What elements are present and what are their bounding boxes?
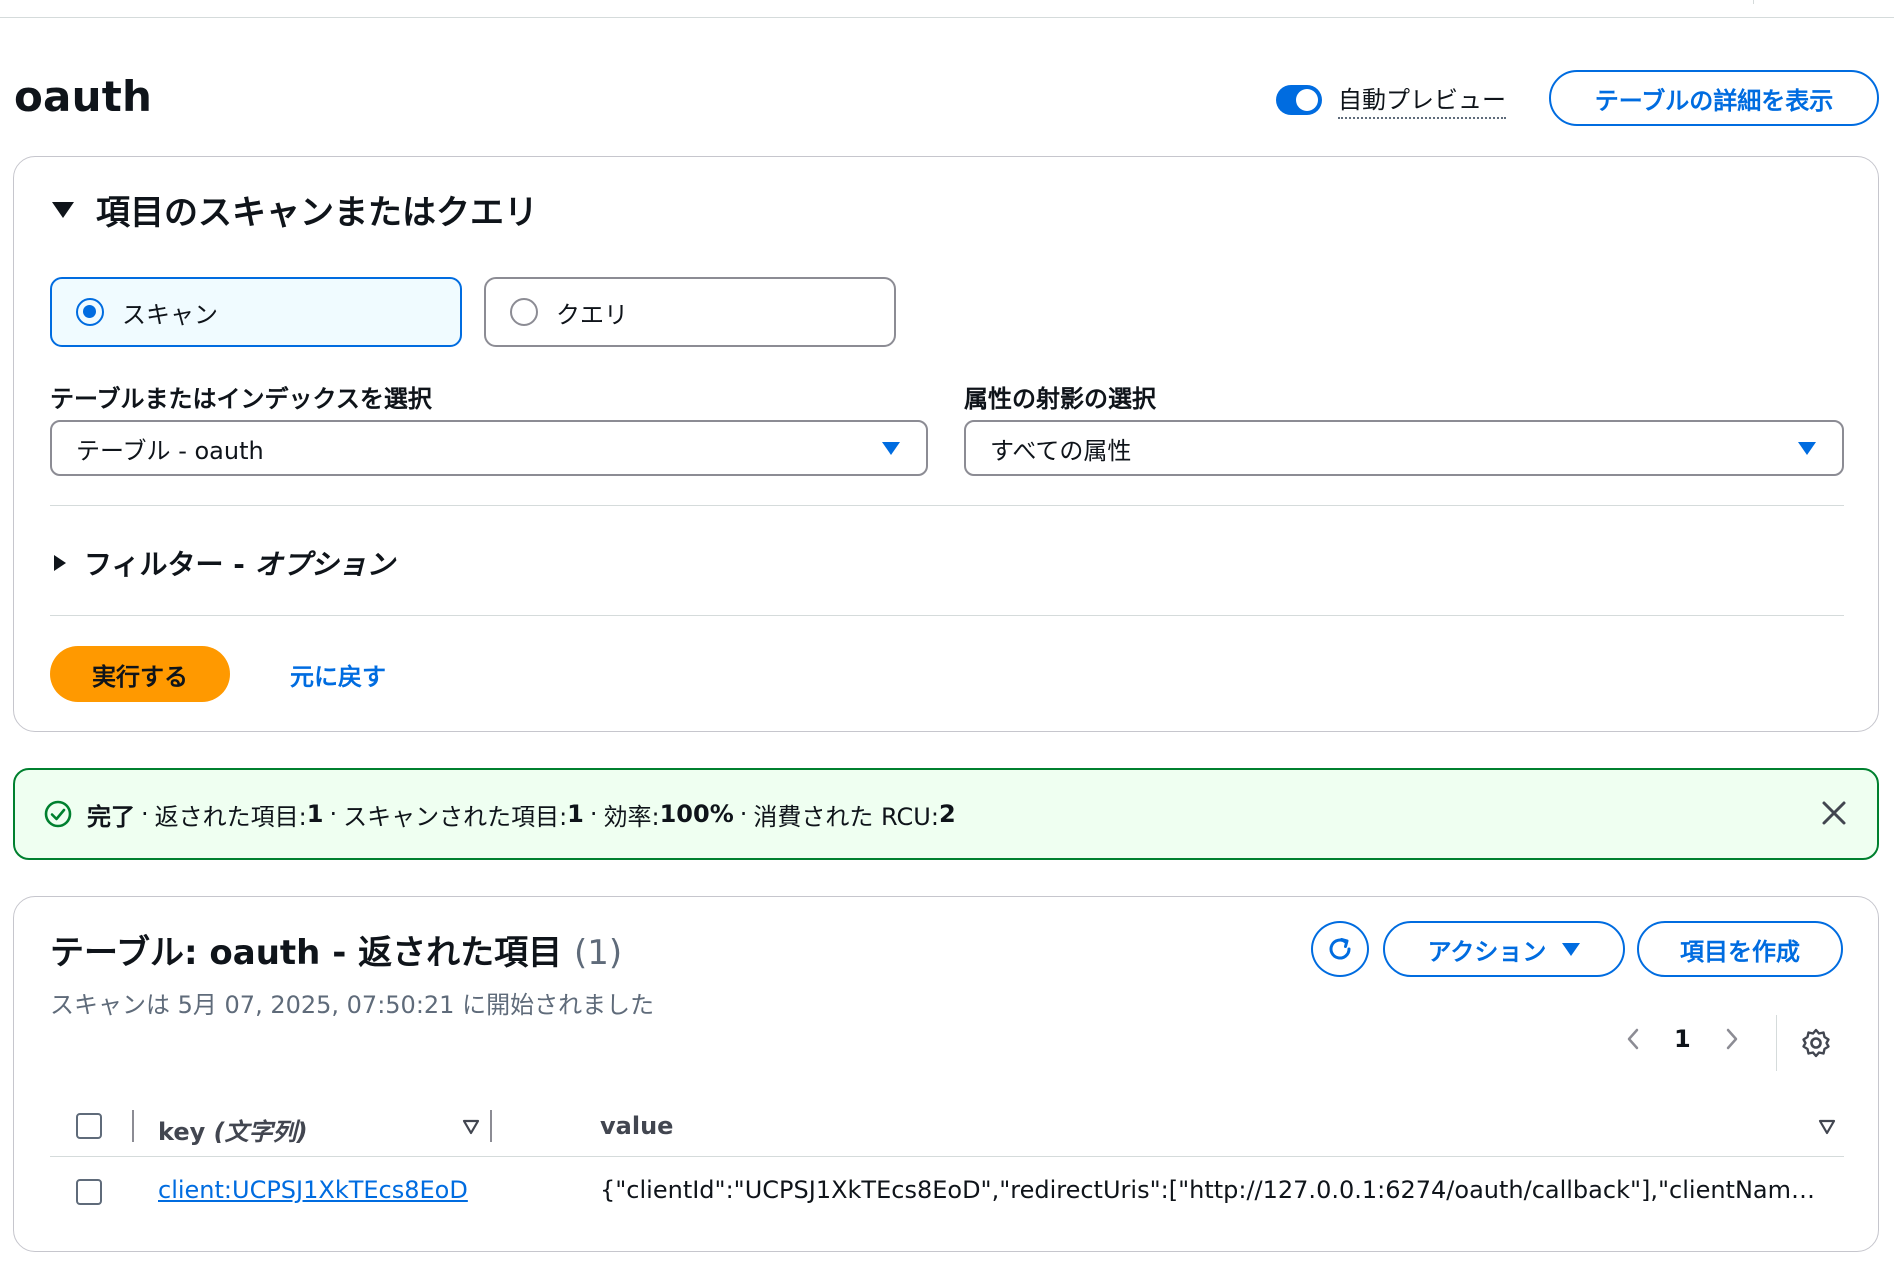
caret-right-icon — [54, 555, 66, 571]
chevron-right-icon[interactable] — [1725, 1027, 1739, 1051]
divider — [50, 505, 1844, 506]
efficiency-value: 100% — [659, 800, 734, 828]
returned-items-label: 返された項目: — [154, 802, 307, 831]
projection-select-label: 属性の射影の選択 — [964, 385, 1156, 413]
auto-preview-toggle-group[interactable]: 自動プレビュー — [1276, 80, 1506, 119]
sort-caret-icon[interactable] — [1818, 1119, 1836, 1135]
table-header: key (文字列) value — [50, 1095, 1844, 1157]
radio-selected-icon[interactable] — [76, 298, 104, 326]
filter-expander[interactable]: フィルター - オプション — [54, 543, 395, 583]
scanned-items-label: スキャンされた項目: — [343, 802, 568, 831]
actions-label: アクション — [1427, 937, 1547, 966]
dropdown-caret-icon — [882, 442, 900, 455]
gear-icon[interactable] — [1800, 1027, 1832, 1059]
query-label: クエリ — [556, 300, 628, 329]
success-alert: 完了 · 返された項目: 1 · スキャンされた項目: 1 · 効率: 100%… — [13, 768, 1879, 860]
divider — [1776, 1015, 1777, 1071]
reset-link[interactable]: 元に戻す — [290, 657, 386, 692]
column-separator — [132, 1110, 134, 1142]
status-text: 完了 — [87, 802, 135, 831]
scan-started-text: スキャンは 5月 07, 2025, 07:50:21 に開始されました — [50, 991, 655, 1019]
returned-items-value: 1 — [306, 800, 324, 828]
item-key-link[interactable]: client:UCPSJ1XkTEcs8EoD — [158, 1176, 468, 1204]
table-select-value: テーブル - oauth — [76, 436, 264, 465]
auto-preview-toggle[interactable] — [1276, 84, 1322, 115]
rcu-label: 消費された RCU: — [753, 802, 939, 831]
select-all-checkbox[interactable] — [76, 1113, 102, 1139]
section-title: 項目のスキャンまたはクエリ — [96, 193, 538, 233]
column-header-key[interactable]: key (文字列) — [158, 1112, 308, 1147]
projection-select-value: すべての属性 — [990, 436, 1132, 465]
results-panel: テーブル: oauth - 返された項目 (1) スキャンは 5月 07, 20… — [13, 896, 1879, 1252]
results-count: (1) — [574, 933, 623, 973]
scan-query-panel: 項目のスキャンまたはクエリ スキャン クエリ テーブルまたはインデックスを選択 … — [13, 156, 1879, 732]
radio-unselected-icon[interactable] — [510, 298, 538, 326]
table-row: client:UCPSJ1XkTEcs8EoD {"clientId":"UCP… — [50, 1159, 1844, 1225]
page-title: oauth — [14, 72, 153, 121]
row-checkbox[interactable] — [76, 1179, 102, 1205]
item-value-cell: {"clientId":"UCPSJ1XkTEcs8EoD","redirect… — [600, 1176, 1820, 1204]
dropdown-caret-icon — [1562, 942, 1581, 956]
create-item-button[interactable]: 項目を作成 — [1637, 921, 1843, 977]
scan-query-section-header[interactable]: 項目のスキャンまたはクエリ — [52, 185, 538, 234]
column-header-value[interactable]: value — [600, 1112, 673, 1140]
actions-dropdown-button[interactable]: アクション — [1383, 921, 1625, 977]
projection-select[interactable]: すべての属性 — [964, 420, 1844, 476]
close-icon[interactable] — [1819, 798, 1849, 828]
column-resizer[interactable] — [490, 1110, 492, 1142]
page-number[interactable]: 1 — [1674, 1025, 1691, 1053]
rcu-value: 2 — [938, 800, 956, 828]
caret-down-icon — [52, 201, 74, 218]
refresh-icon — [1329, 938, 1351, 960]
pagination: 1 — [1626, 1025, 1739, 1053]
auto-preview-label: 自動プレビュー — [1338, 80, 1506, 119]
view-table-details-button[interactable]: テーブルの詳細を表示 — [1549, 70, 1879, 126]
run-button[interactable]: 実行する — [50, 646, 230, 702]
sort-caret-icon[interactable] — [462, 1119, 480, 1135]
filter-label: フィルター - — [84, 548, 255, 581]
scan-label: スキャン — [122, 300, 218, 329]
table-select[interactable]: テーブル - oauth — [50, 420, 928, 476]
success-check-icon — [44, 800, 72, 828]
chevron-left-icon[interactable] — [1626, 1027, 1640, 1051]
query-radio-tile[interactable]: クエリ — [484, 277, 896, 347]
scanned-items-value: 1 — [567, 800, 584, 828]
scan-radio-tile[interactable]: スキャン — [50, 277, 462, 347]
divider — [50, 615, 1844, 616]
results-title: テーブル: oauth - 返された項目 (1) — [50, 933, 623, 973]
efficiency-label: 効率: — [603, 802, 660, 831]
top-divider — [0, 0, 1894, 18]
table-select-label: テーブルまたはインデックスを選択 — [50, 385, 432, 413]
filter-optional-label: オプション — [254, 548, 395, 581]
refresh-button[interactable] — [1311, 921, 1369, 977]
dropdown-caret-icon — [1798, 442, 1816, 455]
